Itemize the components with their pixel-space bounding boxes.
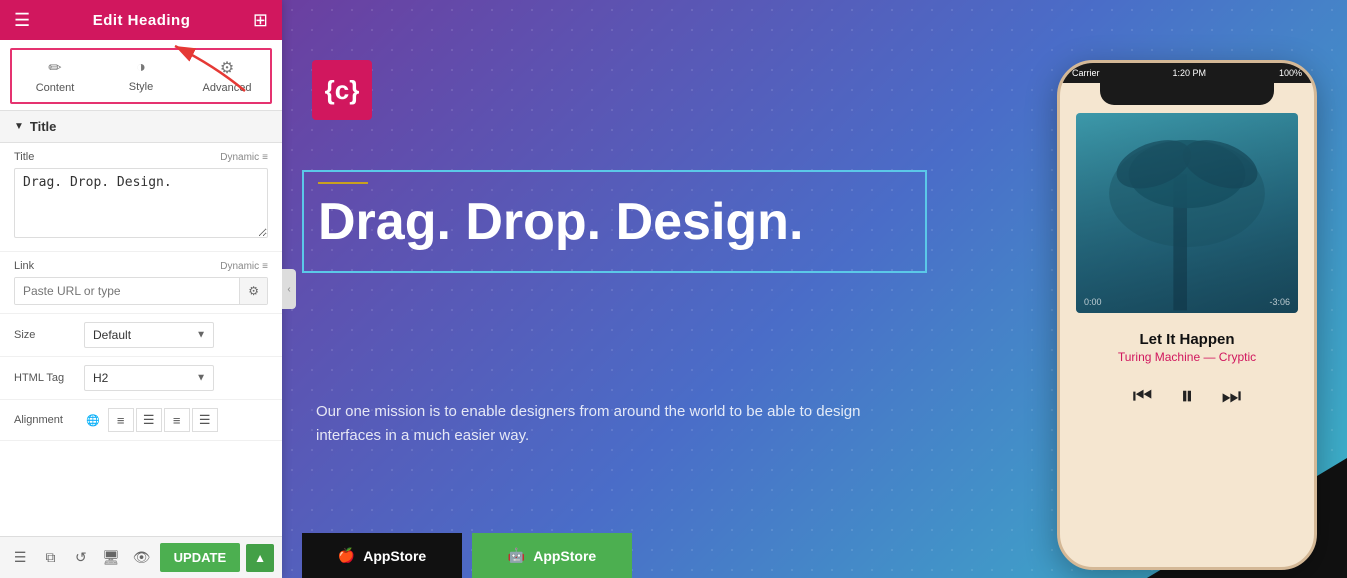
main-content: {c} Drag. Drop. Design. Our one mission … [282,0,1347,578]
phone-notch [1100,83,1274,105]
phone-prev-button[interactable]: ⏮ [1133,383,1153,409]
phone-pause-button[interactable]: ⏸ [1180,380,1193,412]
link-input-wrapper: ⚙ [14,277,268,305]
album-time-left: 0:00 [1084,297,1102,307]
tab-style[interactable]: ◑ Style [98,50,184,102]
title-field-row: Title Dynamic ≡ Drag. Drop. Design. [0,143,282,252]
align-center-button[interactable]: ☰ [136,408,162,432]
phone-album-art: 0:00 -3:06 [1076,113,1298,313]
panel-footer: ☰ ⧉ ↺ 🖥 👁 UPDATE ▲ [0,536,282,578]
left-panel: ☰ Edit Heading ⊞ ✏ Content ◑ Style ⚙ Adv… [0,0,282,578]
tab-advanced[interactable]: ⚙ Advanced [184,50,270,102]
panel-header: ☰ Edit Heading ⊞ [0,0,282,40]
title-textarea[interactable]: Drag. Drop. Design. [14,168,268,238]
phone-time: 1:20 PM [1172,68,1206,78]
dynamic-icon: ≡ [262,152,268,163]
panel-body: ▼ Title Title Dynamic ≡ Drag. Drop. Desi… [0,110,282,536]
title-field-label-row: Title Dynamic ≡ [14,151,268,163]
section-title-label: Title [30,119,57,134]
collapse-handle[interactable]: ‹ [282,269,296,309]
size-select[interactable]: Default Small Medium Large XL XXL [84,322,214,348]
tab-advanced-label: Advanced [203,82,252,94]
footer-undo-icon[interactable]: ↺ [69,544,93,572]
gear-icon: ⚙ [220,58,234,78]
link-field-row: Link Dynamic ≡ ⚙ [0,252,282,314]
alignment-buttons: ≡ ☰ ≡ ☰ [108,408,218,432]
size-label: Size [14,329,84,341]
appstore-black-button[interactable]: 🍎 AppStore [302,533,462,578]
android-icon: 🤖 [508,547,525,564]
logo-icon: {c} [325,75,360,106]
link-input[interactable] [15,278,239,304]
apple-icon: 🍎 [338,547,355,564]
footer-eye-icon[interactable]: 👁 [129,544,153,572]
panel-title: Edit Heading [93,12,191,29]
tab-content-label: Content [36,82,75,94]
phone-next-button[interactable]: ⏭ [1222,383,1242,409]
collapse-arrow-icon: ▼ [14,121,24,132]
dynamic-label: Dynamic [220,152,259,163]
main-heading: Drag. Drop. Design. [318,194,911,251]
title-section-header: ▼ Title [0,110,282,143]
alignment-field-row: Alignment 🌐 ≡ ☰ ≡ ☰ [0,400,282,441]
align-right-button[interactable]: ≡ [164,408,190,432]
title-dynamic-tag[interactable]: Dynamic ≡ [220,152,268,163]
appstore-green-button[interactable]: 🤖 AppStore [472,533,632,578]
footer-hamburger-icon[interactable]: ☰ [8,544,32,572]
align-left-button[interactable]: ≡ [108,408,134,432]
link-dynamic-icon: ≡ [262,261,268,272]
update-arrow-button[interactable]: ▲ [246,544,274,572]
logo-block: {c} [312,60,372,120]
grid-icon[interactable]: ⊞ [253,10,268,31]
link-field-label: Link [14,260,34,272]
phone-song-artist: Turing Machine — Cryptic [1060,350,1314,364]
album-time-right: -3:06 [1269,297,1290,307]
html-tag-field-row: HTML Tag H1 H2 H3 H4 H5 H6 div span p ▼ [0,357,282,400]
tab-content[interactable]: ✏ Content [12,50,98,102]
align-justify-button[interactable]: ☰ [192,408,218,432]
phone-mockup: Carrier 1:20 PM 100% 0:00 -3:06 Let It H… [1057,60,1317,570]
hamburger-menu-icon[interactable]: ☰ [14,10,30,31]
album-art-svg [1076,113,1298,313]
appstore-green-label: AppStore [533,548,596,564]
pencil-icon: ✏ [48,58,61,78]
alignment-label: Alignment [14,414,84,426]
html-tag-select[interactable]: H1 H2 H3 H4 H5 H6 div span p [84,365,214,391]
update-button[interactable]: UPDATE [160,543,240,572]
phone-controls: ⏮ ⏸ ⏭ [1060,380,1314,412]
size-field-row: Size Default Small Medium Large XL XXL ▼ [0,314,282,357]
title-field-label: Title [14,151,34,163]
html-tag-label: HTML Tag [14,372,84,384]
appstore-black-label: AppStore [363,548,426,564]
phone-song-title: Let It Happen [1060,331,1314,348]
subtext: Our one mission is to enable designers f… [316,400,917,448]
link-field-label-row: Link Dynamic ≡ [14,260,268,272]
footer-layers-icon[interactable]: ⧉ [38,544,62,572]
alignment-global-icon: 🌐 [86,414,100,427]
html-tag-select-wrapper: H1 H2 H3 H4 H5 H6 div span p ▼ [84,365,214,391]
tab-style-label: Style [129,81,153,93]
link-settings-icon[interactable]: ⚙ [239,278,267,304]
phone-carrier: Carrier [1072,68,1100,78]
phone-battery: 100% [1279,68,1302,78]
heading-area: Drag. Drop. Design. [302,170,927,273]
link-dynamic-tag[interactable]: Dynamic ≡ [220,261,268,272]
phone-status-bar: Carrier 1:20 PM 100% [1060,63,1314,83]
link-dynamic-label: Dynamic [220,261,259,272]
heading-decorative-line [318,182,368,184]
app-buttons: 🍎 AppStore 🤖 AppStore [302,533,632,578]
footer-monitor-icon[interactable]: 🖥 [99,544,123,572]
panel-tabs: ✏ Content ◑ Style ⚙ Advanced [10,48,272,104]
half-circle-icon: ◑ [136,59,146,77]
size-select-wrapper: Default Small Medium Large XL XXL ▼ [84,322,214,348]
